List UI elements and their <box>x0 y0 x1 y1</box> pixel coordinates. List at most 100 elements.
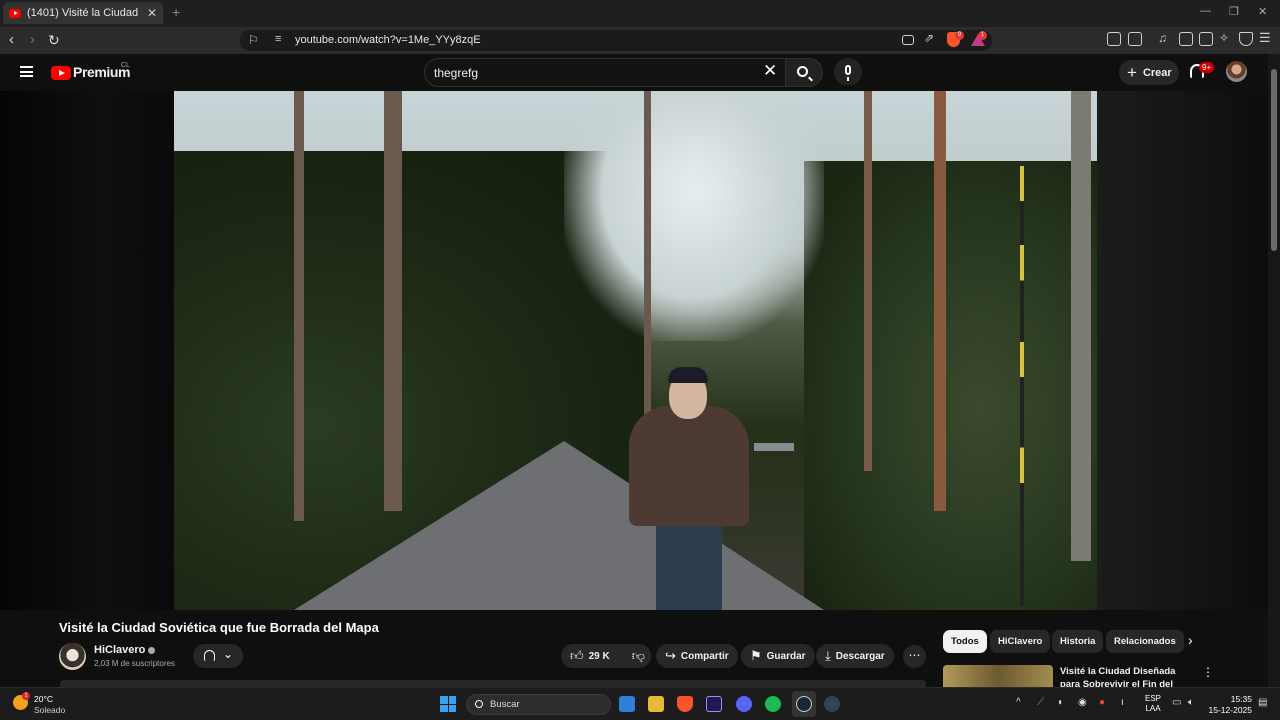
download-icon: ⤓ <box>825 648 831 663</box>
save-button[interactable]: ⚑ Guardar <box>741 644 815 668</box>
site-settings-icon[interactable]: ≡ <box>275 33 281 45</box>
channel-name[interactable]: HiClavero <box>94 644 156 656</box>
hamburger-menu-icon[interactable] <box>20 66 33 77</box>
search-box <box>424 58 786 87</box>
network-icon[interactable]: ▭ <box>1172 697 1181 708</box>
tree-trunk <box>934 91 946 511</box>
clear-search-icon[interactable]: ✕ <box>763 62 777 79</box>
window-close-icon[interactable]: ✕ <box>1258 5 1267 18</box>
create-label: Crear <box>1142 66 1172 79</box>
taskbar-search-icon <box>475 700 483 708</box>
browser-menu-icon[interactable]: ☰ <box>1259 30 1273 45</box>
tray-steam-icon[interactable]: ◉ <box>1078 697 1087 708</box>
more-actions-button[interactable]: ⋯ <box>903 645 926 668</box>
wallet-icon[interactable] <box>1199 32 1213 46</box>
create-button[interactable]: + Crear <box>1119 60 1179 85</box>
tray-red-app-icon[interactable]: ● <box>1099 697 1105 708</box>
forward-icon[interactable]: › <box>30 31 35 49</box>
taskbar: 1 20°C Soleado Buscar ^ ⟋ ◐ ◉ ● ı ESP LA… <box>0 687 1280 720</box>
subscriber-count: 2,03 M de suscriptores <box>94 659 175 668</box>
share-page-icon[interactable]: ⇗ <box>924 31 938 45</box>
volume-icon[interactable]: 🔈︎ <box>1188 697 1194 708</box>
chip-hiclavero[interactable]: HiClavero <box>990 630 1051 653</box>
url-text[interactable]: youtube.com/watch?v=1Me_YYy8zqE <box>295 34 481 46</box>
description-box[interactable] <box>60 680 926 687</box>
share-button[interactable]: ↪ Compartir <box>656 644 738 668</box>
youtube-header: Premium CL ✕ + Crear 9+ <box>0 54 1268 91</box>
scrollbar-thumb[interactable] <box>1271 69 1277 251</box>
vpn-shield-icon[interactable] <box>1239 32 1253 46</box>
chip-historia[interactable]: Historia <box>1052 630 1104 653</box>
channel-name-text[interactable]: HiClavero <box>94 644 145 656</box>
plus-icon: + <box>1127 63 1137 82</box>
chevron-right-icon[interactable]: › <box>1188 632 1193 648</box>
system-clock[interactable]: 15:35 15-12-2025 <box>1208 694 1252 716</box>
striped-pole <box>1020 166 1024 606</box>
search-input[interactable] <box>434 64 754 82</box>
video-title: Visité la Ciudad Soviética que fue Borra… <box>59 620 379 635</box>
voice-search-button[interactable] <box>834 58 862 86</box>
address-bar[interactable]: ⚐ ≡ youtube.com/watch?v=1Me_YYy8zqE <box>240 30 992 51</box>
clock-date: 15-12-2025 <box>1208 705 1252 715</box>
like-count[interactable]: 29 K <box>589 651 610 662</box>
notifications-badge: 9+ <box>1199 62 1215 73</box>
tray-overflow-icon[interactable]: ^ <box>1016 697 1021 708</box>
spotify-icon[interactable] <box>765 696 781 712</box>
bookmark-icon[interactable]: ⚐ <box>248 33 259 47</box>
youtube-favicon-icon <box>9 8 21 18</box>
search-button[interactable] <box>785 58 823 87</box>
steam-active-icon[interactable] <box>796 696 812 712</box>
road-far <box>754 443 794 451</box>
dislike-icon[interactable]: 👎︎ <box>632 648 645 664</box>
page-scrollbar[interactable] <box>1268 54 1280 687</box>
extensions-icon[interactable] <box>1107 32 1121 46</box>
windows-start-icon[interactable] <box>440 696 456 712</box>
browser-toolbar: ‹ › ↻ ⚐ ≡ youtube.com/watch?v=1Me_YYy8zq… <box>0 27 1280 54</box>
reload-icon[interactable]: ↻ <box>48 31 60 49</box>
file-explorer-icon[interactable] <box>648 696 664 712</box>
chip-relacionados[interactable]: Relacionados <box>1106 630 1184 653</box>
recommendation-menu-icon[interactable]: ⋮ <box>1202 665 1214 679</box>
weather-temperature[interactable]: 20°C <box>34 694 53 704</box>
restore-icon[interactable]: ❐ <box>1229 5 1239 18</box>
person-legs <box>656 523 722 610</box>
chip-todos[interactable]: Todos <box>943 630 987 653</box>
tray-app-icon[interactable]: ⟋ <box>1037 697 1044 708</box>
recommendation-thumbnail[interactable] <box>943 665 1053 687</box>
minimize-icon[interactable]: — <box>1200 5 1211 17</box>
premiere-pro-icon[interactable] <box>706 696 722 712</box>
cast-icon[interactable] <box>902 35 914 45</box>
tray-mic-icon[interactable]: ı <box>1121 697 1124 708</box>
tray-discord-icon[interactable]: ◐ <box>1058 697 1064 708</box>
photos-app-icon[interactable] <box>619 696 635 712</box>
tab-close-icon[interactable]: ✕ <box>147 6 157 20</box>
steam-icon[interactable] <box>824 696 840 712</box>
subscription-bell-button[interactable]: ⌄ <box>193 644 243 668</box>
like-icon[interactable]: 👍︎ <box>570 648 584 664</box>
new-tab-icon[interactable]: + <box>172 4 180 20</box>
video-player[interactable] <box>0 91 1268 610</box>
recommendation-title[interactable]: Visité la Ciudad Diseñada para Sobrevivi… <box>1060 665 1195 687</box>
discord-icon[interactable] <box>736 696 752 712</box>
music-icon[interactable]: ♫ <box>1158 31 1172 45</box>
notification-center-icon[interactable]: ▤ <box>1258 697 1267 708</box>
browser-tab[interactable]: (1401) Visité la Ciudad Soviética ✕ <box>3 2 163 24</box>
account-avatar[interactable] <box>1226 61 1247 82</box>
taskbar-search-label: Buscar <box>490 699 520 710</box>
sidebar-icon[interactable] <box>1179 32 1193 46</box>
video-frame[interactable] <box>174 91 1097 610</box>
verified-icon <box>148 646 156 654</box>
share-icon: ↪ <box>665 648 676 663</box>
download-button[interactable]: ⤓ Descargar <box>816 644 894 668</box>
bell-icon <box>204 650 215 661</box>
leo-ai-icon[interactable]: ✧ <box>1219 31 1233 45</box>
weather-description[interactable]: Soleado <box>34 705 65 715</box>
taskbar-search[interactable]: Buscar <box>466 694 611 715</box>
channel-avatar[interactable] <box>59 643 86 670</box>
save-label: Guardar <box>766 650 806 662</box>
input-language[interactable]: ESP LAA <box>1145 694 1161 714</box>
back-icon[interactable]: ‹ <box>9 31 14 49</box>
youtube-logo-icon[interactable] <box>51 66 71 80</box>
brave-browser-icon[interactable] <box>677 696 693 712</box>
reader-icon[interactable] <box>1128 32 1142 46</box>
